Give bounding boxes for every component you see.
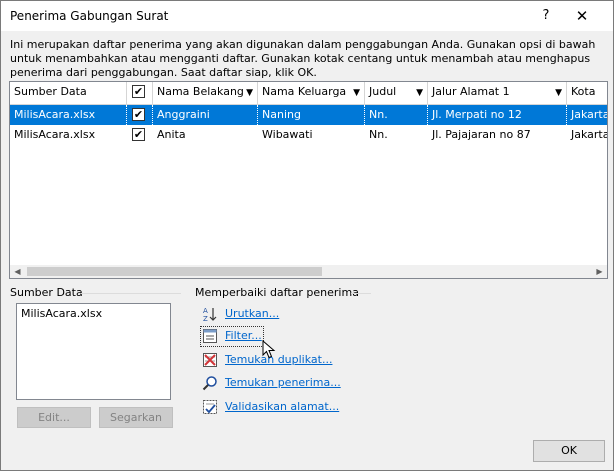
col-header-city[interactable]: Kota <box>567 82 607 104</box>
cell-city: Jakarta <box>571 128 608 141</box>
col-header-address[interactable]: Jalur Alamat 1 ▼ <box>428 82 567 104</box>
mail-merge-recipients-dialog: Penerima Gabungan Surat ? ✕ Ini merupaka… <box>0 0 614 471</box>
table-row[interactable]: MilisAcara.xlsx ✔ Anggraini Naning Nn. J… <box>10 105 607 125</box>
scroll-thumb[interactable] <box>27 267 322 276</box>
close-button[interactable]: ✕ <box>567 5 597 27</box>
cell-family-name: Naning <box>258 105 365 125</box>
svg-text:Z: Z <box>203 315 208 322</box>
col-header-family-name[interactable]: Nama Keluarga ▼ <box>258 82 365 104</box>
refresh-button[interactable]: Segarkan <box>99 407 173 428</box>
row-checkbox[interactable]: ✔ <box>132 108 145 121</box>
ok-button[interactable]: OK <box>533 440 605 462</box>
col-header-source[interactable]: Sumber Data <box>10 82 127 104</box>
group-divider <box>81 293 181 294</box>
dropdown-arrow-icon[interactable]: ▼ <box>246 82 253 104</box>
filter-link[interactable]: Filter... <box>225 329 262 342</box>
find-recipient-icon <box>202 375 218 391</box>
row-checkbox[interactable]: ✔ <box>132 128 145 141</box>
cell-last-name: Anggraini <box>153 105 258 125</box>
svg-text:A: A <box>203 307 208 315</box>
find-recipient-link[interactable]: Temukan penerima... <box>225 376 341 389</box>
description-text: Ini merupakan daftar penerima yang akan … <box>10 38 596 79</box>
cell-address: Jl. Merpati no 12 <box>428 105 567 125</box>
scroll-right-icon[interactable]: ▶ <box>592 265 607 278</box>
cell-last-name: Anita <box>157 128 186 141</box>
cell-family-name: Wibawati <box>262 128 313 141</box>
cell-address: Jl. Pajajaran no 87 <box>432 128 531 141</box>
data-source-list[interactable]: MilisAcara.xlsx <box>16 303 171 400</box>
edit-button[interactable]: Edit... <box>17 407 91 428</box>
dialog-title: Penerima Gabungan Surat <box>10 9 169 23</box>
sort-link[interactable]: Urutkan... <box>225 307 279 320</box>
cell-title: Nn. <box>369 128 388 141</box>
group-divider <box>351 293 371 294</box>
horizontal-scrollbar[interactable]: ◀ ▶ <box>10 265 607 278</box>
refine-group-title: Memperbaiki daftar penerima <box>195 286 359 299</box>
data-source-group-title: Sumber Data <box>10 286 83 299</box>
cell-source: MilisAcara.xlsx <box>14 128 96 141</box>
dropdown-arrow-icon[interactable]: ▼ <box>416 82 423 104</box>
cell-check: ✔ <box>127 105 153 125</box>
validate-addresses-link[interactable]: Validasikan alamat... <box>225 400 339 413</box>
mouse-cursor-icon <box>262 339 276 360</box>
dropdown-arrow-icon[interactable]: ▼ <box>353 82 360 104</box>
grid-header: Sumber Data ✔ Nama Belakang ▼ Nama Keluar… <box>10 82 607 105</box>
col-header-check[interactable]: ✔ <box>127 82 153 104</box>
help-button[interactable]: ? <box>531 5 561 27</box>
dropdown-arrow-icon[interactable]: ▼ <box>555 82 562 104</box>
list-item[interactable]: MilisAcara.xlsx <box>21 307 102 320</box>
filter-icon <box>202 328 218 344</box>
cell-title: Nn. <box>365 105 428 125</box>
table-row[interactable]: MilisAcara.xlsx ✔ Anita Wibawati Nn. Jl.… <box>10 125 607 145</box>
col-header-title[interactable]: Judul ▼ <box>365 82 428 104</box>
scroll-left-icon[interactable]: ◀ <box>10 265 25 278</box>
title-bar: Penerima Gabungan Surat ? ✕ <box>1 1 613 31</box>
cell-city: Jakarta <box>571 108 608 121</box>
sort-icon: AZ <box>202 306 218 323</box>
find-duplicates-link[interactable]: Temukan duplikat... <box>225 353 332 366</box>
cell-check: ✔ <box>127 125 153 145</box>
recipients-grid[interactable]: Sumber Data ✔ Nama Belakang ▼ Nama Keluar… <box>9 81 608 279</box>
cell-source: MilisAcara.xlsx <box>10 105 127 125</box>
col-header-last-name[interactable]: Nama Belakang ▼ <box>153 82 258 104</box>
header-checkbox[interactable]: ✔ <box>132 85 145 98</box>
find-duplicates-icon <box>202 352 218 368</box>
validate-addresses-icon <box>202 399 218 415</box>
